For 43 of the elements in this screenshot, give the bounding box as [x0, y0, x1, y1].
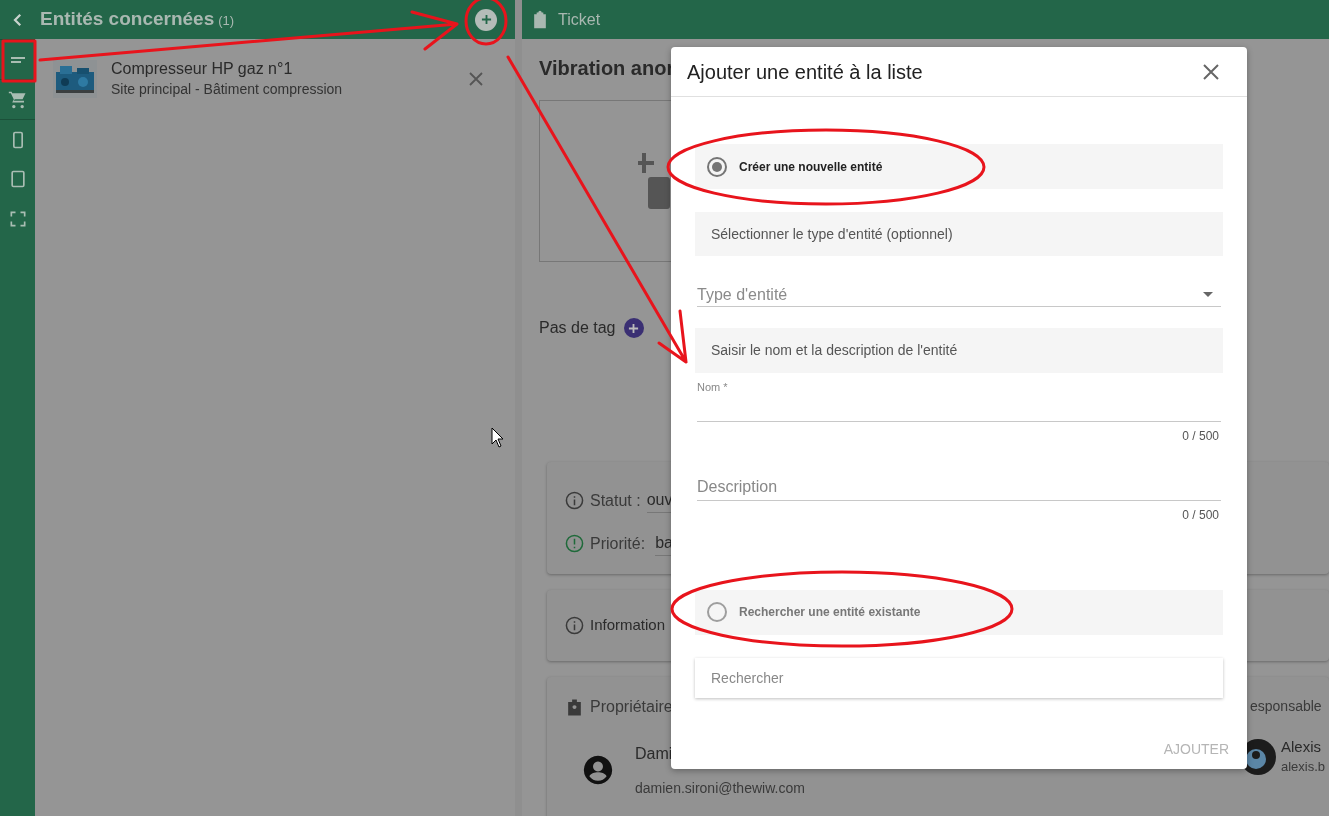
option-label: Créer une nouvelle entité: [739, 158, 883, 176]
add-tag-icon[interactable]: [623, 318, 644, 338]
avatar-icon: [581, 753, 615, 787]
ticket-title: Vibration anor: [539, 56, 675, 81]
menu-icon: [10, 56, 25, 63]
info-icon: [565, 491, 584, 510]
entity-location: Site principal - Bâtiment compression: [111, 80, 344, 99]
field-label: Nom *: [697, 380, 729, 395]
add-icon[interactable]: [475, 8, 497, 31]
owner-email: damien.sironi@thewiw.com: [635, 779, 805, 797]
panel-title: Ticket: [558, 9, 601, 30]
entity-name: Compresseur HP gaz n°1: [111, 59, 294, 79]
info-icon: [565, 616, 584, 635]
alert-icon: [565, 534, 584, 553]
add-photo-icon: [638, 153, 670, 209]
description-field[interactable]: Description: [697, 474, 1221, 501]
panel-title: Entités concernées: [40, 7, 215, 32]
cart-icon: [7, 89, 28, 110]
remove-icon[interactable]: [467, 70, 485, 88]
section-header: Sélectionner le type d'entité (optionnel): [695, 212, 1223, 256]
responsible-label: esponsable: [1250, 697, 1323, 716]
priority-label: Priorité:: [590, 533, 646, 554]
section-header: Saisir le nom et la description de l'entité: [695, 328, 1223, 373]
entity-type-select[interactable]: Type d'entité: [697, 283, 1221, 307]
badge-icon: [565, 697, 584, 717]
owner-label: Propriétaire: [590, 697, 673, 717]
character-counter: 0 / 500: [1182, 506, 1219, 524]
caret-icon: [1203, 292, 1213, 297]
option-label: Rechercher une entité existante: [739, 604, 921, 621]
item-count: (1): [218, 12, 235, 31]
tags-label: Pas de tag: [539, 318, 616, 338]
status-label: Statut :: [590, 490, 641, 511]
character-counter: 0 / 500: [1182, 427, 1219, 445]
radio-button[interactable]: [707, 156, 727, 177]
information-label: Information: [590, 615, 666, 636]
responsible-name: Alexis: [1281, 737, 1322, 757]
radio-button[interactable]: [707, 602, 727, 622]
mouse-cursor-icon: [491, 427, 504, 448]
dialog-title: Ajouter une entité à la liste: [687, 59, 923, 85]
search-field[interactable]: Rechercher: [695, 657, 1223, 698]
owner-name: Dami: [635, 745, 674, 763]
responsible-email: alexis.b: [1281, 758, 1326, 776]
annotation-rectangle: [1, 39, 37, 83]
